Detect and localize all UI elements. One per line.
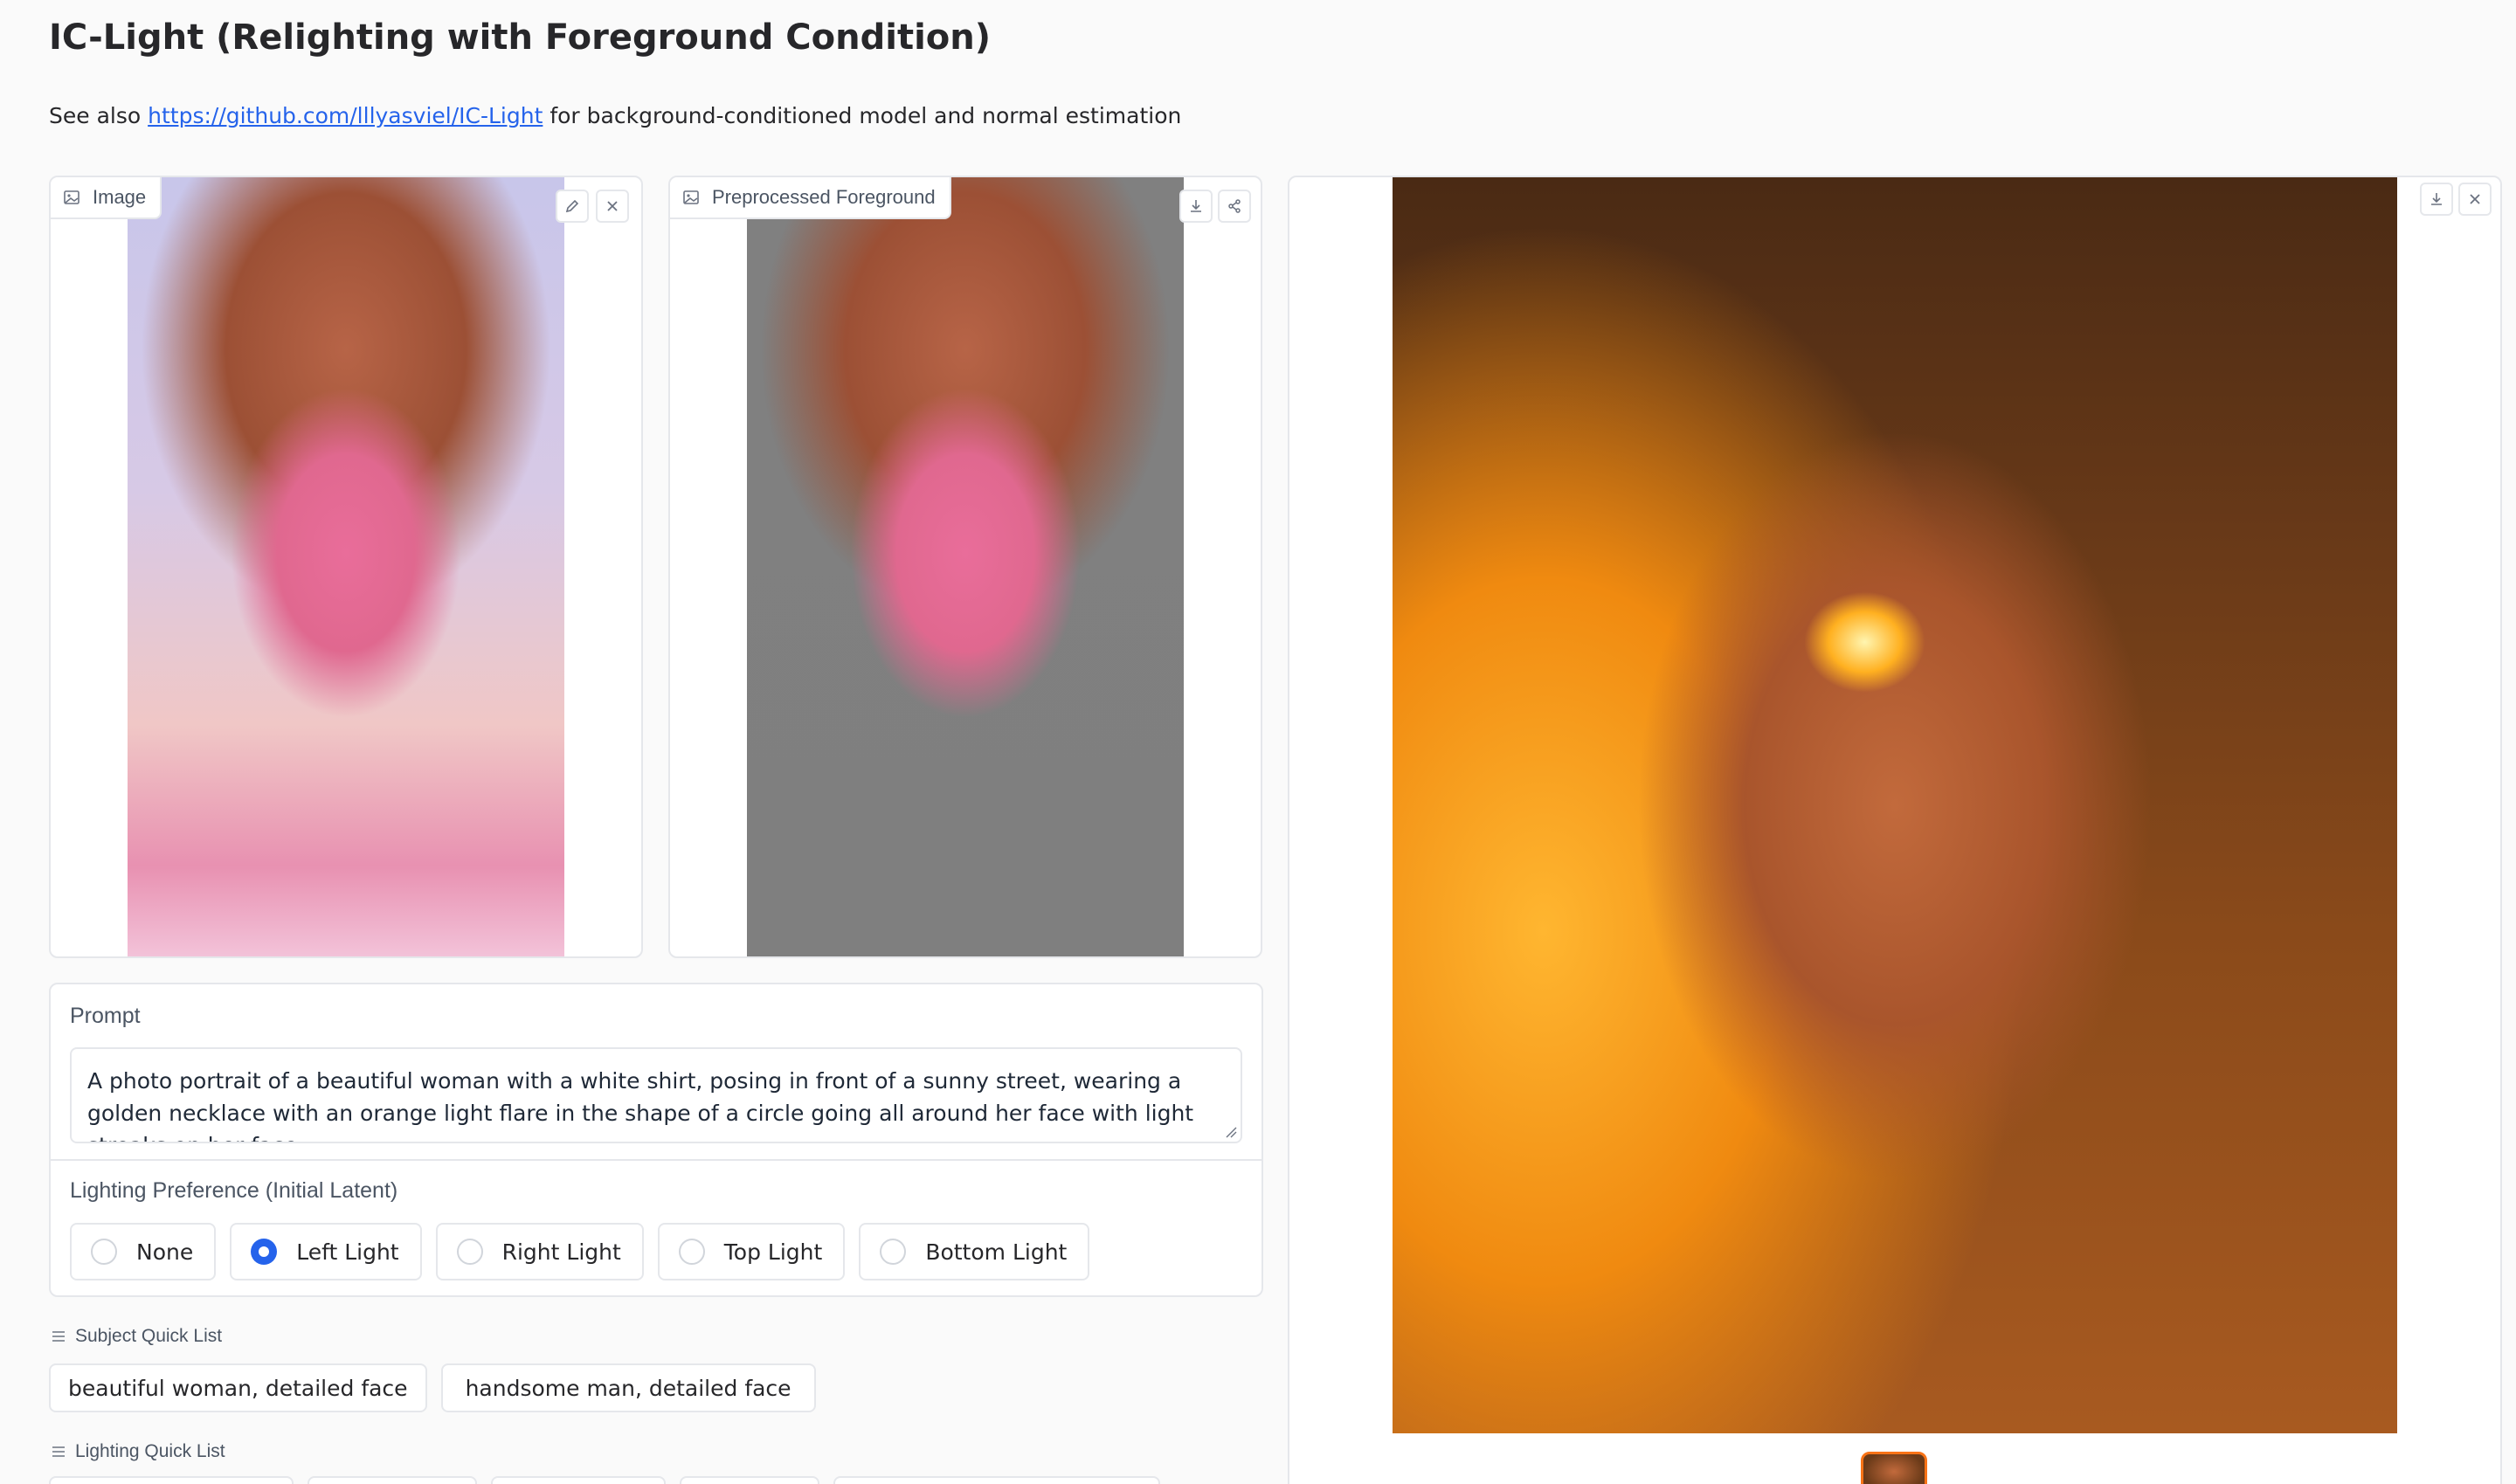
- share-icon: [1228, 199, 1241, 213]
- preprocessed-label-text: Preprocessed Foreground: [712, 186, 936, 208]
- subject-quick-list-text: Subject Quick List: [75, 1326, 223, 1346]
- preprocessed-portrait-image: [747, 177, 1184, 956]
- list-icon: [52, 1446, 65, 1457]
- pencil-icon: [565, 199, 579, 213]
- see-also-prefix: See also: [49, 103, 149, 128]
- subject-quick-list-label: Subject Quick List: [51, 1326, 222, 1347]
- see-also-text: See also https://github.com/lllyasviel/I…: [49, 103, 1181, 128]
- prompt-label: Prompt: [70, 1004, 141, 1028]
- radio-left-light[interactable]: Left Light: [230, 1223, 422, 1280]
- radio-circle: [678, 1239, 705, 1265]
- image-icon: [683, 190, 699, 204]
- list-icon: [52, 1331, 65, 1342]
- clear-button[interactable]: [596, 190, 629, 223]
- prompt-text: A photo portrait of a beautiful woman wi…: [87, 1068, 1194, 1142]
- edit-button[interactable]: [556, 190, 589, 223]
- lighting-chip[interactable]: [491, 1476, 666, 1484]
- subject-quick-list: beautiful woman, detailed face handsome …: [49, 1363, 816, 1412]
- radio-circle: [91, 1239, 117, 1265]
- close-button[interactable]: [2458, 183, 2492, 216]
- radio-label: Top Light: [723, 1239, 823, 1265]
- close-icon: [607, 201, 618, 211]
- lighting-quick-list-text: Lighting Quick List: [75, 1441, 225, 1461]
- gallery-thumbnail[interactable]: [1861, 1452, 1927, 1484]
- radio-bottom-light[interactable]: Bottom Light: [859, 1223, 1090, 1280]
- lighting-preference-label: Lighting Preference (Initial Latent): [70, 1178, 398, 1203]
- radio-circle: [456, 1239, 483, 1265]
- download-button[interactable]: [1179, 190, 1213, 223]
- image-icon: [64, 190, 79, 204]
- radio-none[interactable]: None: [70, 1223, 217, 1280]
- divider: [51, 1159, 1261, 1161]
- lighting-quick-list: [49, 1476, 1160, 1484]
- resize-grip-icon[interactable]: [1225, 1126, 1237, 1138]
- subject-chip[interactable]: handsome man, detailed face: [440, 1363, 816, 1412]
- prompt-textarea[interactable]: A photo portrait of a beautiful woman wi…: [70, 1047, 1242, 1143]
- input-portrait-image: [128, 177, 564, 956]
- preprocessed-foreground-panel: Preprocessed Foreground: [668, 176, 1262, 958]
- preprocessed-label: Preprocessed Foreground: [670, 177, 951, 219]
- share-button[interactable]: [1218, 190, 1251, 223]
- radio-top-light[interactable]: Top Light: [657, 1223, 846, 1280]
- lighting-chip[interactable]: [308, 1476, 477, 1484]
- close-icon: [2470, 194, 2480, 204]
- radio-label: Bottom Light: [925, 1239, 1068, 1265]
- radio-label: None: [136, 1239, 194, 1265]
- github-link[interactable]: https://github.com/lllyasviel/IC-Light: [148, 103, 543, 128]
- download-icon: [2431, 193, 2442, 205]
- radio-label: Right Light: [501, 1239, 621, 1265]
- image-input-panel[interactable]: Image: [49, 176, 643, 958]
- download-button[interactable]: [2420, 183, 2453, 216]
- radio-label: Left Light: [296, 1239, 399, 1265]
- output-gallery-panel: [1288, 176, 2502, 1484]
- relit-output-image[interactable]: [1393, 177, 2397, 1433]
- image-input-label-text: Image: [93, 186, 147, 208]
- subject-chip[interactable]: beautiful woman, detailed face: [49, 1363, 427, 1412]
- image-input-label: Image: [51, 177, 162, 219]
- radio-circle-selected: [251, 1239, 278, 1265]
- lighting-chip[interactable]: [680, 1476, 819, 1484]
- lighting-preference-radio-group: None Left Light Right Light Top Light Bo…: [70, 1223, 1090, 1280]
- lighting-chip[interactable]: [833, 1476, 1160, 1484]
- page-title: IC-Light (Relighting with Foreground Con…: [49, 17, 992, 58]
- radio-circle: [880, 1239, 907, 1265]
- prompt-panel: Prompt A photo portrait of a beautiful w…: [49, 983, 1263, 1297]
- download-icon: [1191, 200, 1201, 212]
- lighting-quick-list-label: Lighting Quick List: [51, 1441, 225, 1462]
- lighting-chip[interactable]: [49, 1476, 294, 1484]
- see-also-suffix: for background-conditioned model and nor…: [543, 103, 1182, 128]
- radio-right-light[interactable]: Right Light: [435, 1223, 644, 1280]
